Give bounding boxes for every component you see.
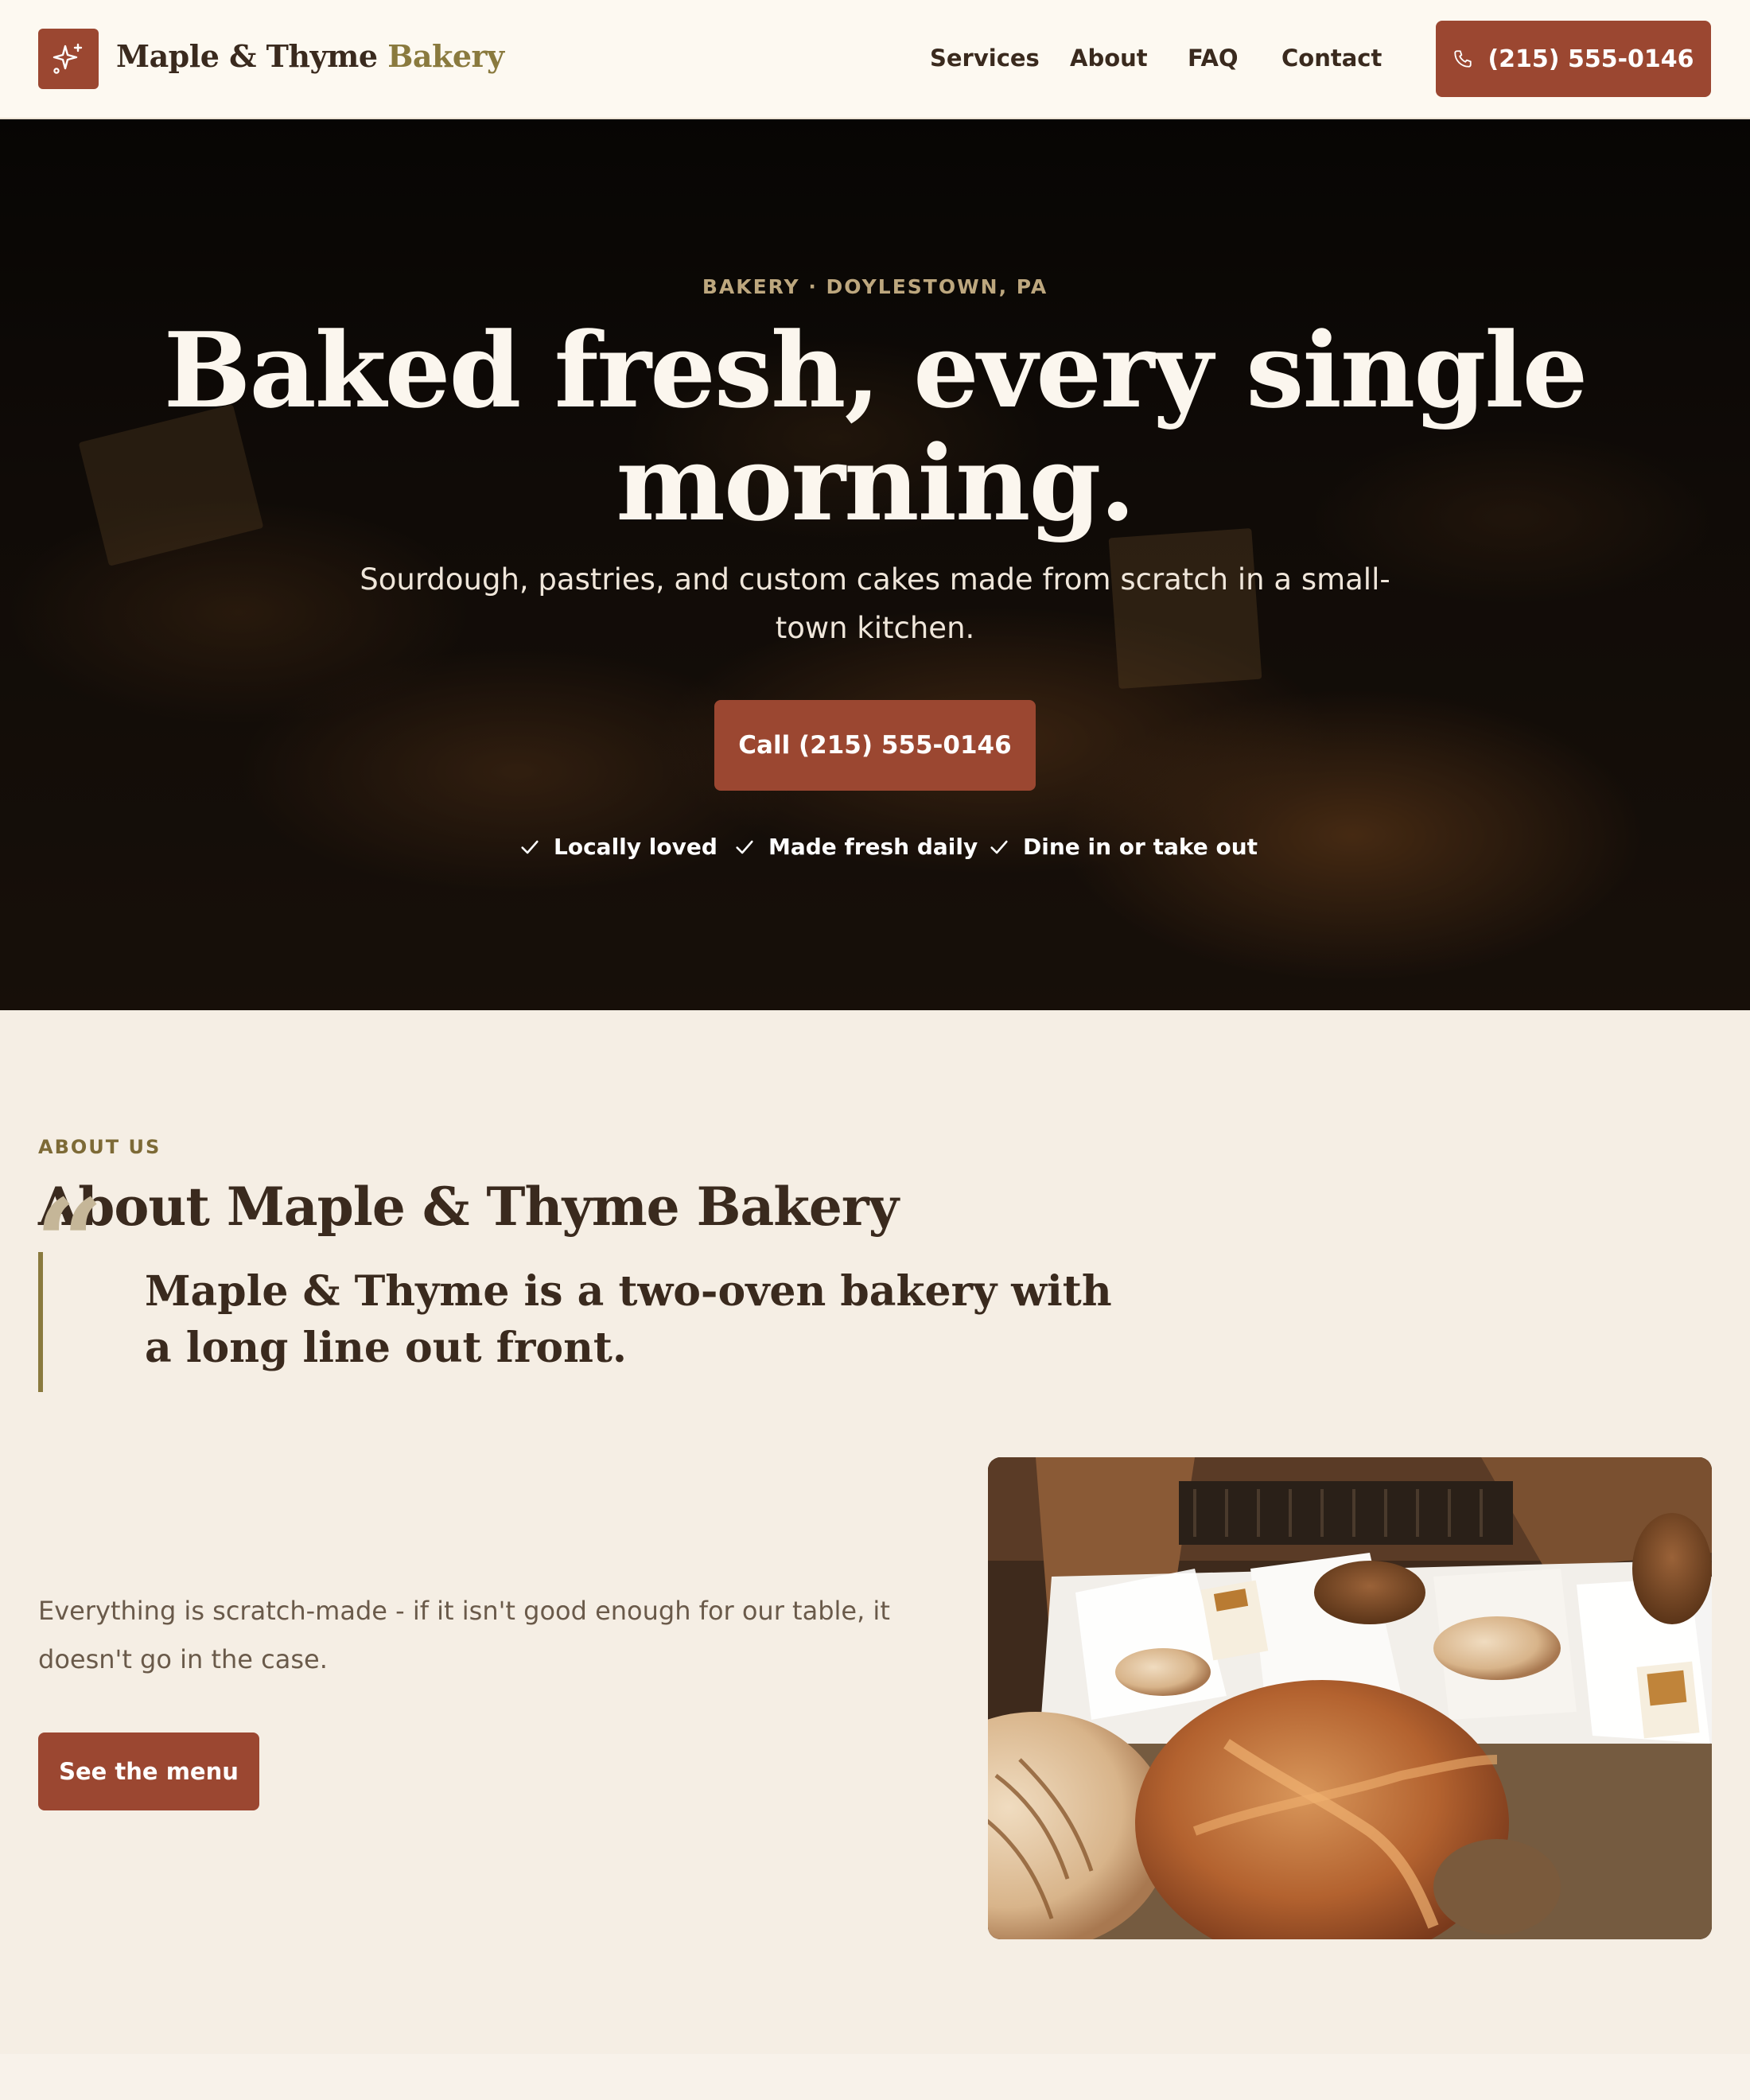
hero-subtitle: Sourdough, pastries, and custom cakes ma…: [360, 562, 1390, 645]
footer-strip: [0, 2054, 1750, 2100]
hero-title: Baked fresh, every single morning.: [163, 309, 1589, 544]
check-icon: [990, 840, 1008, 854]
hero-call-button[interactable]: Call (215) 555-0146: [714, 700, 1036, 791]
about-body: Everything is scratch-made - if it isn't…: [38, 1596, 890, 1674]
nav-faq[interactable]: FAQ: [1188, 45, 1239, 72]
check-label: Made fresh daily: [768, 834, 978, 860]
sparkle-icon: [52, 43, 83, 74]
nav-services[interactable]: Services: [930, 45, 1040, 72]
bread-image: [988, 1457, 1712, 1939]
hero-section: BAKERY · DOYLESTOWN, PA Baked fresh, eve…: [0, 119, 1750, 1010]
quote-bar: [38, 1252, 43, 1392]
quote-mark: “: [35, 1173, 104, 1313]
bread-photo: [988, 1457, 1712, 1939]
header-call-label: (215) 555-0146: [1488, 45, 1694, 73]
site-header: Maple & Thyme Bakery Services About FAQ …: [0, 0, 1750, 119]
brand-name[interactable]: Maple & Thyme Bakery: [116, 38, 504, 74]
check-item: Made fresh daily: [733, 834, 978, 860]
brand-main: Maple & Thyme: [116, 38, 378, 74]
check-icon: [521, 840, 539, 854]
check-label: Locally loved: [554, 834, 718, 860]
about-eyebrow: ABOUT US: [38, 1136, 161, 1158]
check-icon: [736, 840, 753, 854]
logo[interactable]: [38, 29, 99, 89]
check-item: Locally loved: [519, 834, 718, 860]
see-menu-button[interactable]: See the menu: [38, 1732, 259, 1810]
nav-about[interactable]: About: [1070, 45, 1148, 72]
check-label: Dine in or take out: [1023, 834, 1258, 860]
about-quote: Maple & Thyme is a two-oven bakery with …: [145, 1267, 1112, 1372]
hero-eyebrow: BAKERY · DOYLESTOWN, PA: [702, 275, 1048, 298]
nav-contact[interactable]: Contact: [1281, 45, 1382, 72]
phone-icon: [1454, 50, 1472, 68]
header-call-button[interactable]: (215) 555-0146: [1436, 21, 1711, 97]
about-title: About Maple & Thyme Bakery: [38, 1176, 899, 1238]
brand-accent: Bakery: [387, 38, 504, 74]
check-item: Dine in or take out: [988, 834, 1258, 860]
